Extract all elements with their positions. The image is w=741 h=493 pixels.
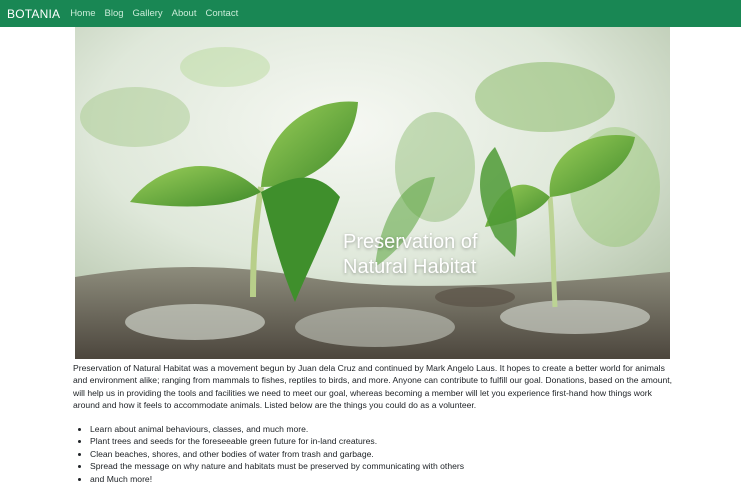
nav-link-home[interactable]: Home [70, 8, 95, 19]
list-item: Plant trees and seeds for the foreseeabl… [90, 435, 464, 447]
hero-title-line-2: Natural Habitat [343, 256, 477, 278]
brand-logo[interactable]: BOTANIA [7, 7, 60, 21]
hero-title: Preservation of Natural Habitat [343, 230, 478, 280]
hero-image: Preservation of Natural Habitat [75, 27, 670, 359]
nav-link-contact[interactable]: Contact [205, 8, 238, 19]
volunteer-list: Learn about animal behaviours, classes, … [73, 423, 464, 485]
nav-link-gallery[interactable]: Gallery [133, 8, 163, 19]
navbar: BOTANIA Home Blog Gallery About Contact [0, 0, 741, 27]
list-item: and Much more! [90, 473, 464, 485]
seedling-illustration [75, 27, 670, 359]
intro-paragraph: Preservation of Natural Habitat was a mo… [73, 363, 673, 411]
list-item: Clean beaches, shores, and other bodies … [90, 448, 464, 460]
hero-title-line-1: Preservation of [343, 231, 478, 253]
list-item: Spread the message on why nature and hab… [90, 460, 464, 472]
list-item: Learn about animal behaviours, classes, … [90, 423, 464, 435]
nav-link-about[interactable]: About [172, 8, 197, 19]
nav-link-blog[interactable]: Blog [105, 8, 124, 19]
